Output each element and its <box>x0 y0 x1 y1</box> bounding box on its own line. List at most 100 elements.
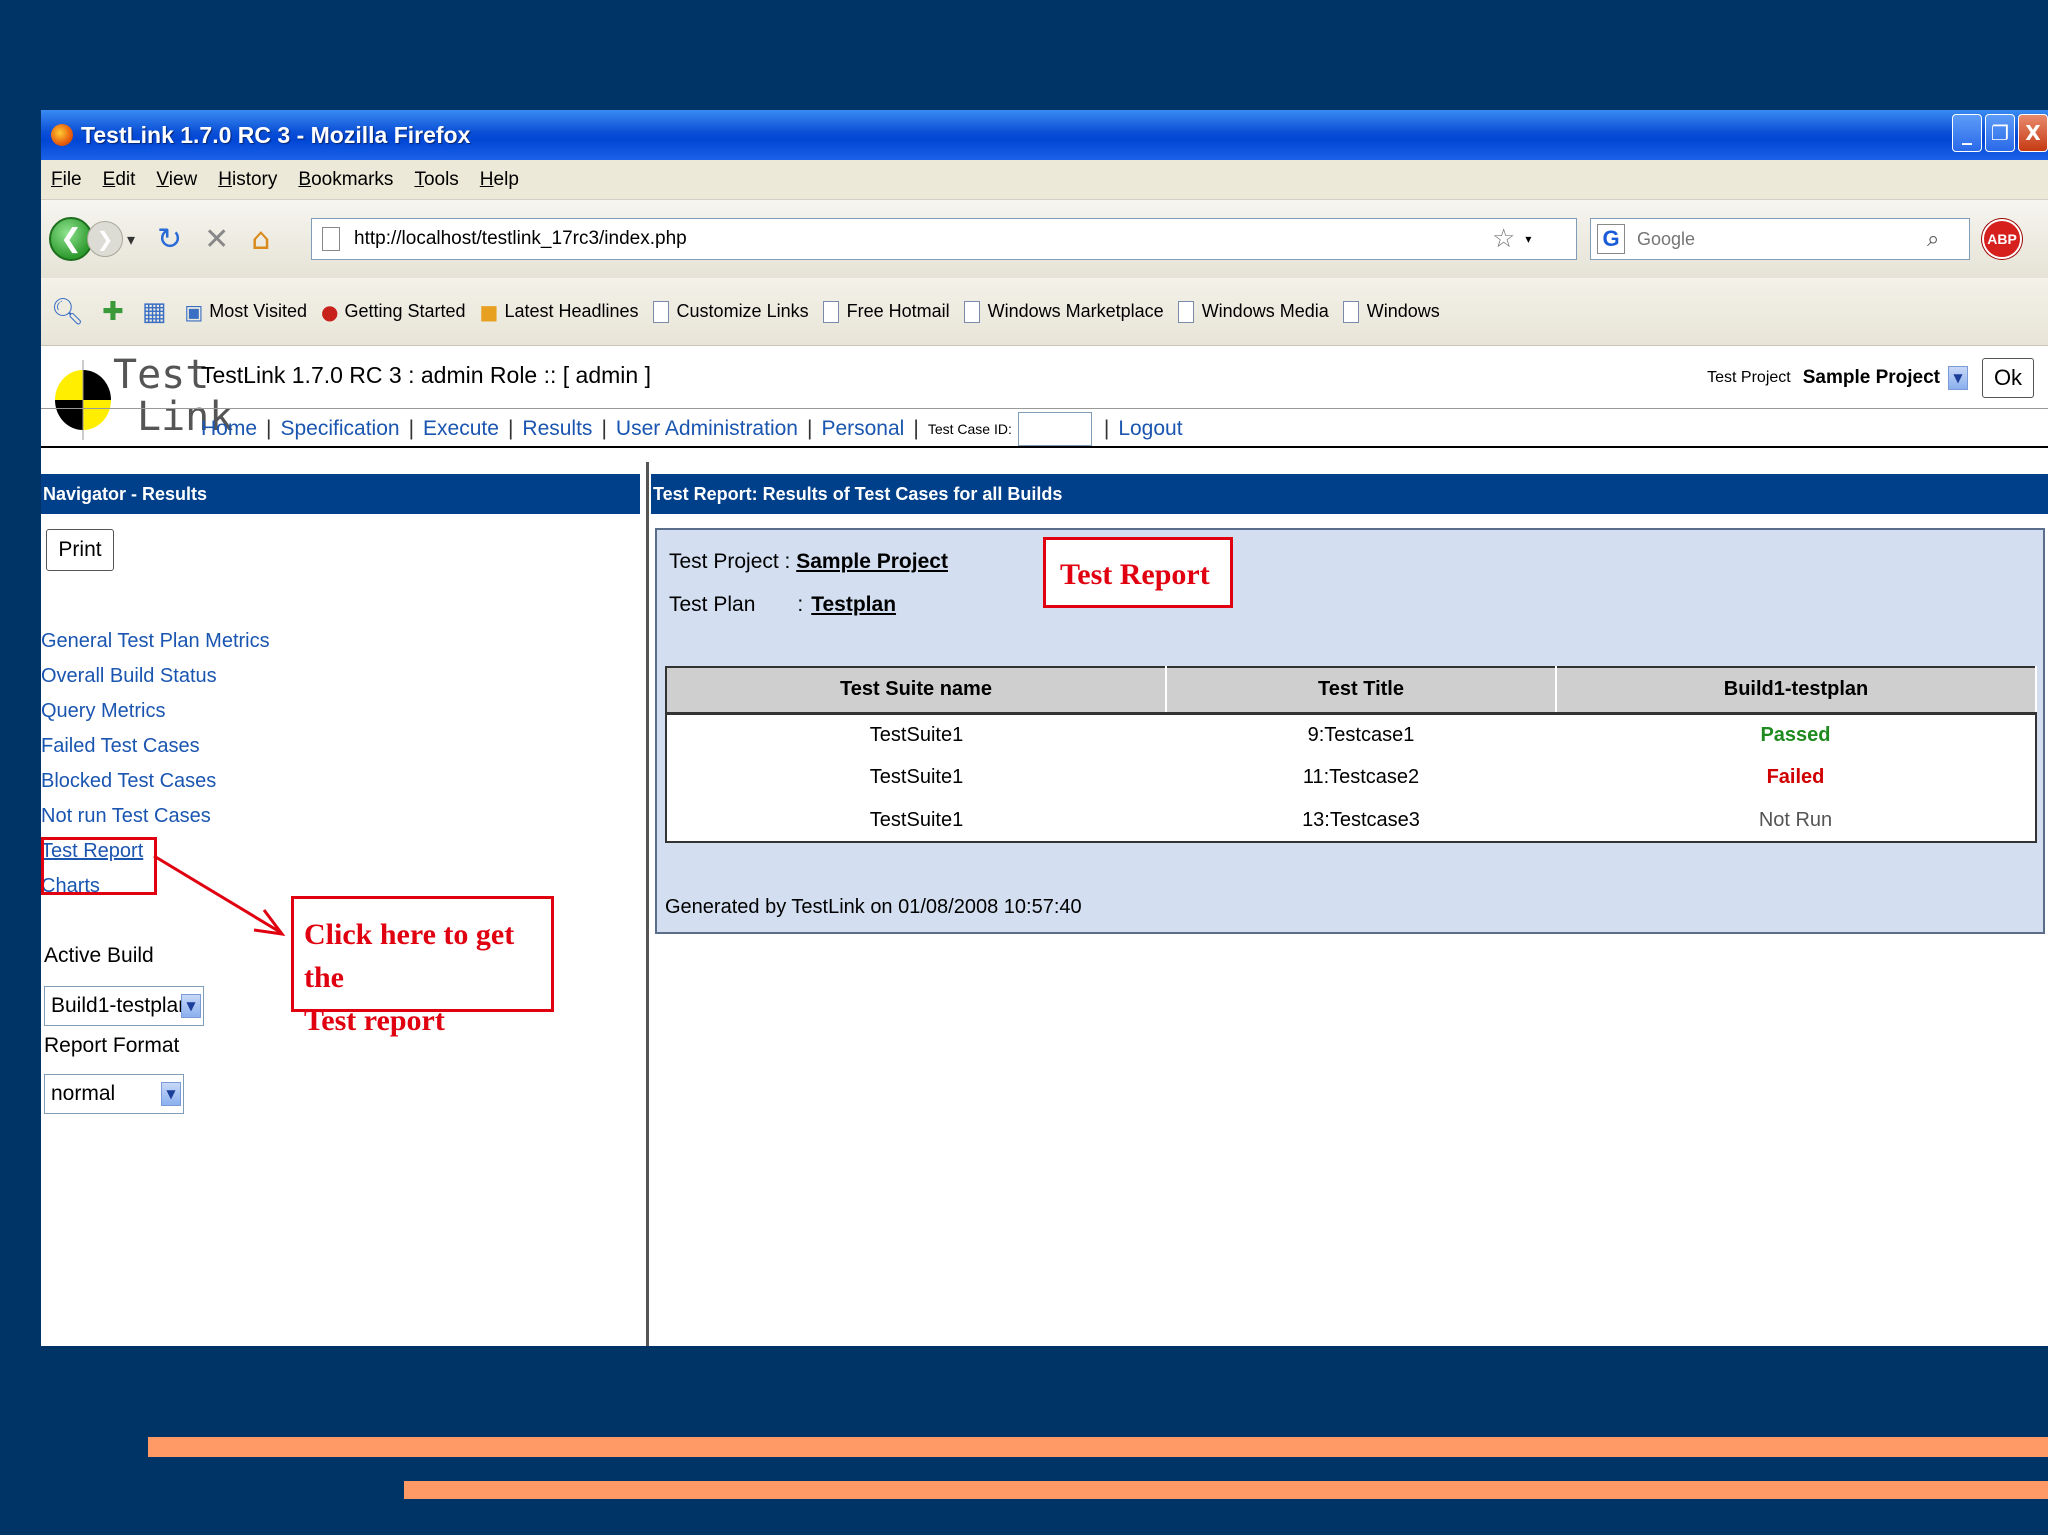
calendar-icon[interactable]: ▦ <box>142 297 167 327</box>
bookmark-windows-media[interactable]: Windows Media <box>1177 300 1329 323</box>
bookmark-windows-marketplace[interactable]: Windows Marketplace <box>963 300 1164 323</box>
project-link[interactable]: Sample Project <box>796 550 948 573</box>
logo-text-test: Test <box>113 352 210 398</box>
chevron-down-icon[interactable]: ▼ <box>161 1082 181 1106</box>
nav-logout[interactable]: Logout <box>1118 417 1182 441</box>
minimize-button[interactable]: _ <box>1952 114 1982 152</box>
chevron-down-icon[interactable]: ▼ <box>1948 366 1968 390</box>
active-build-value: Build1-testplan <box>51 994 190 1017</box>
menu-view[interactable]: View <box>156 169 197 191</box>
search-box[interactable]: G ⌕ <box>1590 218 1970 260</box>
ok-button[interactable]: Ok <box>1982 358 2034 398</box>
annotation-test-report: Test Report <box>1043 537 1233 608</box>
project-select[interactable]: Sample Project <box>1803 367 1940 389</box>
nav-results[interactable]: Results <box>522 417 592 441</box>
restore-button[interactable]: ❐ <box>1985 114 2015 152</box>
annotation-click-here: Click here to get the Test report <box>291 896 554 1037</box>
cell-title: 13:Testcase3 <box>1302 808 1420 831</box>
nav-execute[interactable]: Execute <box>423 417 499 441</box>
table-row: TestSuite1 9:Testcase1 Passed <box>666 713 2036 756</box>
bookmark-label: Latest Headlines <box>504 301 639 321</box>
link-failed-test-cases[interactable]: Failed Test Cases <box>41 729 270 764</box>
cell-status: Failed <box>1766 766 1825 788</box>
plan-line-separator: : <box>797 593 804 616</box>
print-button[interactable]: Print <box>46 529 114 571</box>
bookmark-label: Free Hotmail <box>846 301 950 321</box>
link-query-metrics[interactable]: Query Metrics <box>41 694 270 729</box>
link-general-test-plan-metrics[interactable]: General Test Plan Metrics <box>41 624 270 659</box>
test-case-id-input[interactable] <box>1017 411 1092 446</box>
menu-tools[interactable]: Tools <box>414 169 458 191</box>
bookmark-free-hotmail[interactable]: Free Hotmail <box>822 300 950 323</box>
report-format-select[interactable]: normal ▼ <box>44 1074 184 1114</box>
google-icon[interactable]: G <box>1597 224 1625 254</box>
cell-suite: TestSuite1 <box>869 808 964 831</box>
link-overall-build-status[interactable]: Overall Build Status <box>41 659 270 694</box>
navigator-header: Navigator - Results <box>41 474 640 514</box>
active-build-select[interactable]: Build1-testplan ▼ <box>44 986 204 1026</box>
page-icon <box>1342 300 1359 323</box>
cell-status: Not Run <box>1758 808 1833 831</box>
plan-line: Test Plan : Testplan <box>669 593 896 617</box>
cell-suite: TestSuite1 <box>869 723 964 746</box>
add-page-icon[interactable]: ✚ <box>102 297 124 327</box>
nav-user-administration[interactable]: User Administration <box>616 417 798 441</box>
search-magnifier-icon[interactable]: ⌕ <box>1927 227 1939 252</box>
link-not-run-test-cases[interactable]: Not run Test Cases <box>41 799 270 834</box>
project-label: Test Project <box>1707 369 1791 386</box>
firefox-icon: ● <box>321 299 339 324</box>
page-icon <box>822 300 839 323</box>
active-build-label: Active Build <box>44 944 154 967</box>
col-test-title: Test Title <box>1166 667 1557 715</box>
report-header: Test Report: Results of Test Cases for a… <box>651 474 2048 514</box>
address-bar[interactable]: ☆ ▾ <box>311 218 1577 260</box>
stop-icon[interactable]: ✕ <box>204 222 229 257</box>
annotation-highlight-box <box>41 837 157 895</box>
pane-divider[interactable] <box>646 462 649 1346</box>
bookmark-getting-started[interactable]: ● Getting Started <box>321 300 466 324</box>
menu-help[interactable]: Help <box>480 169 519 191</box>
annotation-test-report-text: Test Report <box>1060 558 1210 591</box>
url-input[interactable] <box>354 228 1484 250</box>
menu-file[interactable]: File <box>51 169 82 191</box>
col-build: Build1-testplan <box>1556 667 2037 715</box>
bookmark-windows[interactable]: Windows <box>1342 300 1440 323</box>
report-pane: Test Report: Results of Test Cases for a… <box>651 474 2048 1346</box>
project-line-label: Test Project : <box>669 550 797 573</box>
table-row: TestSuite1 11:Testcase2 Failed <box>666 756 2036 799</box>
menu-bookmarks[interactable]: Bookmarks <box>298 169 393 191</box>
report-box: Test Project : Sample Project Test Plan … <box>655 528 2045 934</box>
menu-edit[interactable]: Edit <box>103 169 136 191</box>
nav-personal[interactable]: Personal <box>821 417 904 441</box>
plan-line-label: Test Plan <box>669 593 756 616</box>
search-icon[interactable]: 🔍︎ <box>51 297 84 327</box>
bookmark-customize-links[interactable]: Customize Links <box>652 300 809 323</box>
plan-link[interactable]: Testplan <box>811 593 896 616</box>
menu-history[interactable]: History <box>218 169 277 191</box>
results-table: Test Suite name Test Title Build1-testpl… <box>665 666 2037 843</box>
reload-icon[interactable]: ↻ <box>157 222 182 257</box>
table-row: TestSuite1 13:Testcase3 Not Run <box>666 799 2036 842</box>
bookmark-star-icon[interactable]: ☆ <box>1492 224 1515 254</box>
cell-title: 11:Testcase2 <box>1302 766 1420 788</box>
window-controls: _ ❐ X <box>1952 114 2048 152</box>
bookmark-most-visited[interactable]: ▣ Most Visited <box>184 300 307 324</box>
bookmark-latest-headlines[interactable]: ■ Latest Headlines <box>480 300 639 324</box>
home-icon[interactable]: ⌂ <box>251 222 270 257</box>
nav-home[interactable]: Home <box>201 417 257 441</box>
history-dropdown-icon[interactable]: ▾ <box>127 230 135 249</box>
chevron-down-icon[interactable]: ▼ <box>181 994 201 1018</box>
link-blocked-test-cases[interactable]: Blocked Test Cases <box>41 764 270 799</box>
rss-icon: ■ <box>479 299 499 324</box>
decorative-stripe-bottom <box>404 1481 2048 1499</box>
url-dropdown-icon[interactable]: ▾ <box>1525 232 1531 246</box>
firefox-icon <box>51 124 73 146</box>
adblock-icon[interactable]: ABP <box>1982 219 2022 259</box>
bookmark-label: Getting Started <box>344 301 466 321</box>
forward-button[interactable]: ❯ <box>87 221 123 257</box>
window-title: TestLink 1.7.0 RC 3 - Mozilla Firefox <box>81 121 471 148</box>
page-icon <box>322 227 340 251</box>
search-input[interactable] <box>1637 228 1927 250</box>
close-button[interactable]: X <box>2018 114 2048 152</box>
nav-specification[interactable]: Specification <box>281 417 400 441</box>
